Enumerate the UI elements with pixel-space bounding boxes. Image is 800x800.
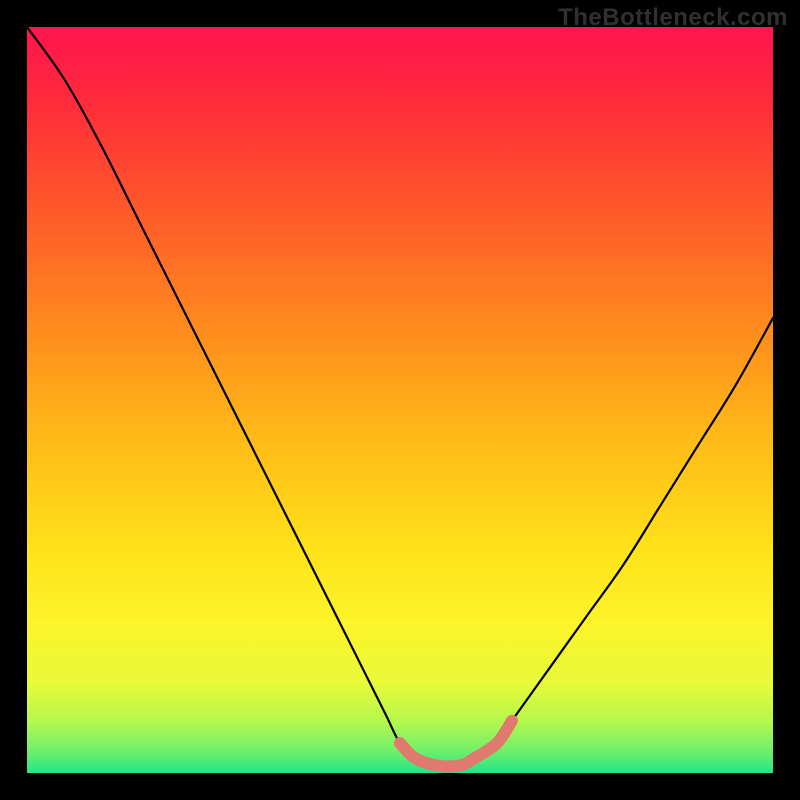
bottleneck-chart (27, 27, 773, 773)
watermark-text: TheBottleneck.com (558, 4, 788, 32)
chart-frame: TheBottleneck.com (0, 0, 800, 800)
gradient-background (27, 27, 773, 773)
chart-area (27, 27, 773, 773)
